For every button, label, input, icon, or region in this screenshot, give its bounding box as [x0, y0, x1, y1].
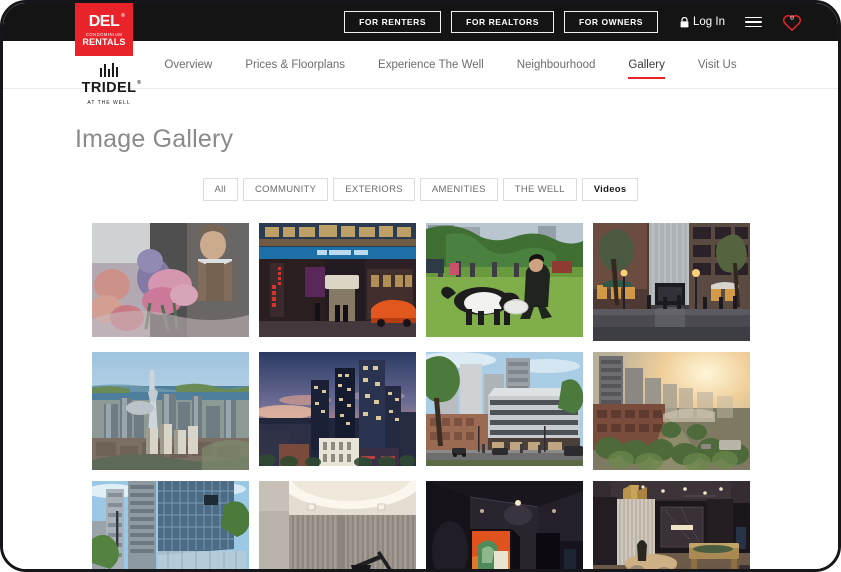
filter-chip-amenities[interactable]: AMENITIES — [419, 178, 498, 201]
gallery-thumb-florist-with-flowers[interactable] — [91, 222, 249, 337]
nav-item-experience-the-well[interactable]: Experience The Well — [378, 45, 484, 85]
gallery-thumb-tiff-bell-lightbox-night[interactable] — [258, 222, 416, 337]
thumbnail-image — [592, 351, 750, 470]
gallery-thumb-toronto-skyline-aerial[interactable] — [91, 351, 249, 470]
gallery-thumb-glass-tower-render[interactable] — [91, 480, 249, 569]
for-realtors-button[interactable]: FOR REALTORS — [451, 11, 554, 33]
del-subtitle-rentals: RENTALS — [82, 37, 126, 48]
gallery-thumb-games-lounge-pool-table[interactable] — [592, 480, 750, 569]
filter-chip-community[interactable]: COMMUNITY — [242, 178, 329, 201]
filter-chip-the-well[interactable]: THE WELL — [502, 178, 577, 201]
del-wordmark: DEL ® — [88, 12, 125, 30]
page-title: Image Gallery — [75, 125, 234, 153]
gallery-page-content: Image Gallery All COMMUNITY EXTERIORS AM… — [3, 125, 838, 569]
tridel-text: TRIDEL — [81, 80, 137, 96]
thumbnail-image — [425, 351, 583, 466]
registered-mark: ® — [137, 80, 142, 86]
thumbnail-image — [258, 480, 416, 569]
tridel-tagline: AT THE WELL — [87, 100, 131, 106]
gallery-thumb-towers-sunset-render[interactable] — [258, 351, 416, 466]
thumbnail-image — [592, 222, 750, 341]
thumbnail-image — [91, 351, 249, 470]
login-link[interactable]: Log In — [680, 16, 725, 28]
thumbnail-image — [91, 480, 249, 569]
thumbnail-image — [91, 222, 249, 337]
gallery-thumb-dog-with-frisbee-park[interactable] — [425, 222, 583, 337]
filter-chip-all[interactable]: All — [202, 178, 238, 201]
menu-line — [745, 16, 762, 19]
nav-item-neighbourhood[interactable]: Neighbourhood — [517, 45, 596, 85]
gallery-thumb-street-level-render[interactable] — [425, 351, 583, 466]
tridel-tick-marks-icon — [75, 59, 143, 77]
nav-item-visit-us[interactable]: Visit Us — [698, 45, 737, 85]
favourites-count: 0 — [790, 14, 794, 22]
menu-line — [745, 21, 762, 23]
tridel-at-the-well-logo[interactable]: TRIDEL ® AT THE WELL — [75, 59, 143, 106]
filter-chip-videos[interactable]: Videos — [581, 178, 639, 201]
thumbnail-image — [592, 480, 750, 569]
gallery-filter-bar: All COMMUNITY EXTERIORS AMENITIES THE WE… — [75, 178, 766, 201]
tridel-wordmark: TRIDEL ® — [81, 80, 141, 96]
hamburger-menu-icon[interactable] — [745, 16, 762, 28]
gallery-thumb-dark-lobby-artwork[interactable] — [425, 480, 583, 569]
page-viewport: FOR RENTERS FOR REALTORS FOR OWNERS Log … — [3, 3, 838, 569]
gallery-grid — [75, 222, 766, 569]
favourites-button[interactable]: 0 — [782, 13, 802, 32]
menu-line — [745, 25, 762, 28]
thumbnail-image — [425, 222, 583, 337]
gallery-thumb-interior-curtains-lamp[interactable] — [258, 480, 416, 569]
nav-item-prices-floorplans[interactable]: Prices & Floorplans — [245, 45, 345, 85]
del-text: DEL — [88, 12, 120, 30]
filter-chip-exteriors[interactable]: EXTERIORS — [333, 178, 415, 201]
thumbnail-image — [258, 351, 416, 466]
for-renters-button[interactable]: FOR RENTERS — [344, 11, 442, 33]
gallery-thumb-aerial-sun-flare-render[interactable] — [592, 351, 750, 470]
for-owners-button[interactable]: FOR OWNERS — [563, 11, 659, 33]
gallery-thumb-building-plaza-dusk[interactable] — [592, 222, 750, 341]
thumbnail-image — [425, 480, 583, 569]
login-label: Log In — [693, 16, 725, 28]
browser-frame: FOR RENTERS FOR REALTORS FOR OWNERS Log … — [0, 0, 841, 572]
thumbnail-image — [258, 222, 416, 337]
registered-mark: ® — [121, 12, 125, 19]
nav-item-overview[interactable]: Overview — [164, 45, 212, 85]
del-condominium-rentals-logo[interactable]: DEL ® CONDOMINIUM RENTALS — [75, 3, 133, 56]
lock-icon — [680, 16, 689, 27]
nav-item-gallery[interactable]: Gallery — [628, 45, 666, 85]
